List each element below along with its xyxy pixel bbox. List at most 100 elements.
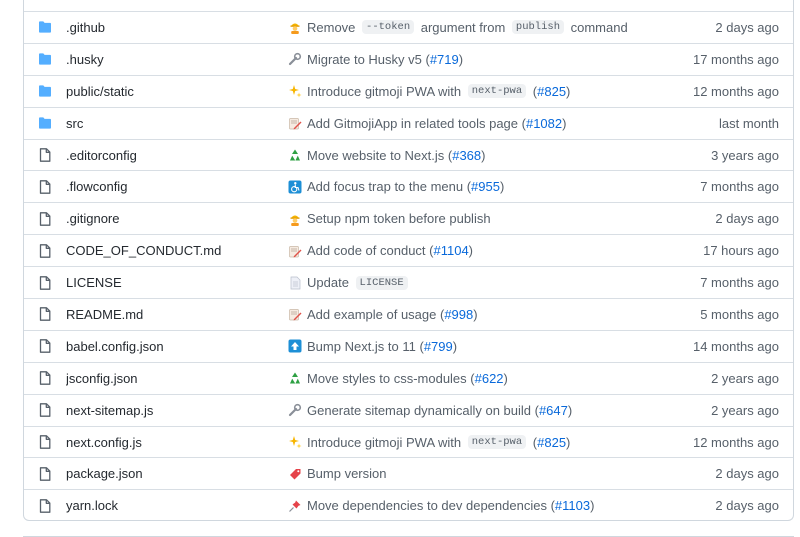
file-icon: [24, 275, 66, 290]
commit-message-text[interactable]: command: [567, 20, 628, 35]
file-icon: [24, 435, 66, 449]
commit-message-text[interactable]: Introduce gitmoji PWA with: [307, 435, 465, 450]
commit-message-text[interactable]: Introduce gitmoji PWA with: [307, 84, 465, 99]
file-name-link[interactable]: babel.config.json: [66, 339, 288, 354]
recycle-icon: [288, 371, 302, 385]
pull-request-link[interactable]: #647: [539, 403, 568, 418]
folder-icon: [24, 21, 66, 34]
commit-message-text[interactable]: Bump Next.js to 11 (: [307, 339, 424, 354]
file-row[interactable]: CODE_OF_CONDUCT.md Add code of conduct (#…: [24, 234, 793, 266]
commit-message: Add GitmojiApp in related tools page (#1…: [288, 116, 633, 131]
commit-message-text[interactable]: (: [529, 435, 537, 450]
sparkles-icon: [288, 84, 302, 98]
construction-worker-icon: [288, 212, 302, 226]
pull-request-link[interactable]: #1104: [433, 243, 468, 258]
file-row[interactable]: next.config.js Introduce gitmoji PWA with…: [24, 425, 793, 458]
commit-message-text[interactable]: ): [453, 339, 457, 354]
file-name-link[interactable]: next.config.js: [66, 435, 288, 450]
file-row[interactable]: .editorconfig Move website to Next.js (#3…: [24, 138, 793, 171]
commit-message-text[interactable]: (: [529, 84, 537, 99]
commit-message-text[interactable]: Update: [307, 275, 353, 290]
file-row[interactable]: public/static Introduce gitmoji PWA with …: [24, 74, 793, 107]
inline-code: publish: [511, 20, 565, 35]
commit-message-text[interactable]: Setup npm token before publish: [307, 211, 491, 226]
file-name-link[interactable]: README.md: [66, 307, 288, 322]
file-name-link[interactable]: jsconfig.json: [66, 371, 288, 386]
pull-request-link[interactable]: #825: [537, 435, 566, 450]
page-icon: [288, 276, 302, 290]
pull-request-link[interactable]: #622: [475, 371, 504, 386]
file-row[interactable]: .github Remove --token argument from publ…: [24, 11, 793, 43]
pull-request-link[interactable]: #719: [430, 52, 459, 67]
file-name-link[interactable]: .husky: [66, 52, 288, 67]
commit-message-text[interactable]: ): [459, 52, 463, 67]
file-icon: [24, 211, 66, 226]
commit-message-text[interactable]: ): [568, 403, 572, 418]
file-row[interactable]: package.json Bump version 2 days ago: [24, 457, 793, 489]
commit-message-text[interactable]: ): [590, 498, 594, 513]
commit-message-text[interactable]: Add GitmojiApp in related tools page (: [307, 116, 526, 131]
commit-message-text[interactable]: Move dependencies to dev dependencies (: [307, 498, 555, 513]
inline-code: next-pwa: [467, 435, 527, 450]
commit-date: 12 months ago: [692, 83, 779, 99]
commit-message-text[interactable]: Generate sitemap dynamically on build (: [307, 403, 539, 418]
commit-date: 2 years ago: [711, 402, 779, 418]
commit-message-text[interactable]: ): [469, 243, 473, 258]
file-name-link[interactable]: yarn.lock: [66, 498, 288, 513]
commit-message-text[interactable]: Add code of conduct (: [307, 243, 433, 258]
commit-message-text[interactable]: Move website to Next.js (: [307, 148, 452, 163]
pull-request-link[interactable]: #1082: [526, 116, 562, 131]
file-name-link[interactable]: .gitignore: [66, 211, 288, 226]
commit-message-text[interactable]: ): [504, 371, 508, 386]
file-name-link[interactable]: package.json: [66, 466, 288, 481]
file-icon: [24, 339, 66, 354]
construction-worker-icon: [288, 20, 302, 35]
file-row[interactable]: yarn.lock Move dependencies to dev depend…: [24, 489, 793, 521]
commit-message-text[interactable]: ): [562, 116, 566, 131]
commit-message-text[interactable]: ): [566, 84, 570, 99]
memo-icon: [288, 116, 302, 130]
commit-message: Update LICENSE: [288, 275, 633, 290]
file-row[interactable]: .flowconfig Add focus trap to the menu (#…: [24, 170, 793, 202]
wrench-icon: [288, 52, 302, 66]
file-name-link[interactable]: next-sitemap.js: [66, 403, 288, 418]
file-row[interactable]: README.md Add example of usage (#998) 5 mo…: [24, 298, 793, 330]
commit-message-text[interactable]: Move styles to css-modules (: [307, 371, 475, 386]
commit-message-text[interactable]: Add focus trap to the menu (: [307, 179, 471, 194]
file-name-link[interactable]: src: [66, 116, 288, 131]
file-name-link[interactable]: CODE_OF_CONDUCT.md: [66, 243, 288, 258]
file-row[interactable]: .gitignore Setup npm token before publish…: [24, 202, 793, 234]
folder-icon: [24, 85, 66, 97]
file-name-link[interactable]: LICENSE: [66, 275, 288, 290]
file-name-link[interactable]: public/static: [66, 84, 288, 99]
commit-message-text[interactable]: Migrate to Husky v5 (: [307, 52, 430, 67]
commit-message: Move website to Next.js (#368): [288, 148, 633, 163]
file-row[interactable]: src Add GitmojiApp in related tools page …: [24, 106, 793, 139]
file-icon: [24, 403, 66, 417]
commit-message-text[interactable]: ): [500, 179, 504, 194]
pushpin-icon: [288, 499, 302, 513]
commit-message-text[interactable]: Bump version: [307, 466, 386, 481]
pull-request-link[interactable]: #799: [424, 339, 453, 354]
file-name-link[interactable]: .github: [66, 20, 288, 35]
pull-request-link[interactable]: #998: [444, 307, 473, 322]
commit-message-text[interactable]: Add example of usage (: [307, 307, 444, 322]
pull-request-link[interactable]: #825: [537, 84, 566, 99]
pull-request-link[interactable]: #1103: [555, 498, 590, 513]
inline-code: --token: [362, 20, 415, 35]
commit-message-text[interactable]: argument from: [417, 20, 509, 35]
commit-message-text[interactable]: ): [566, 435, 570, 450]
file-row[interactable]: next-sitemap.js Generate sitemap dynamica…: [24, 393, 793, 426]
file-row[interactable]: jsconfig.json Move styles to css-modules …: [24, 361, 793, 394]
file-name-link[interactable]: .editorconfig: [66, 148, 288, 163]
pull-request-link[interactable]: #955: [471, 179, 500, 194]
file-row[interactable]: .husky Migrate to Husky v5 (#719) 17 month…: [24, 42, 793, 75]
pull-request-link[interactable]: #368: [452, 148, 481, 163]
commit-message-text[interactable]: ): [481, 148, 485, 163]
commit-message-text[interactable]: Remove: [307, 20, 359, 35]
commit-message-text[interactable]: ): [473, 307, 477, 322]
file-name-link[interactable]: .flowconfig: [66, 179, 288, 194]
file-row[interactable]: LICENSE Update LICENSE 7 months ago: [24, 266, 793, 298]
file-row[interactable]: babel.config.json Bump Next.js to 11 (#79…: [24, 329, 793, 362]
file-icon: [24, 371, 66, 386]
